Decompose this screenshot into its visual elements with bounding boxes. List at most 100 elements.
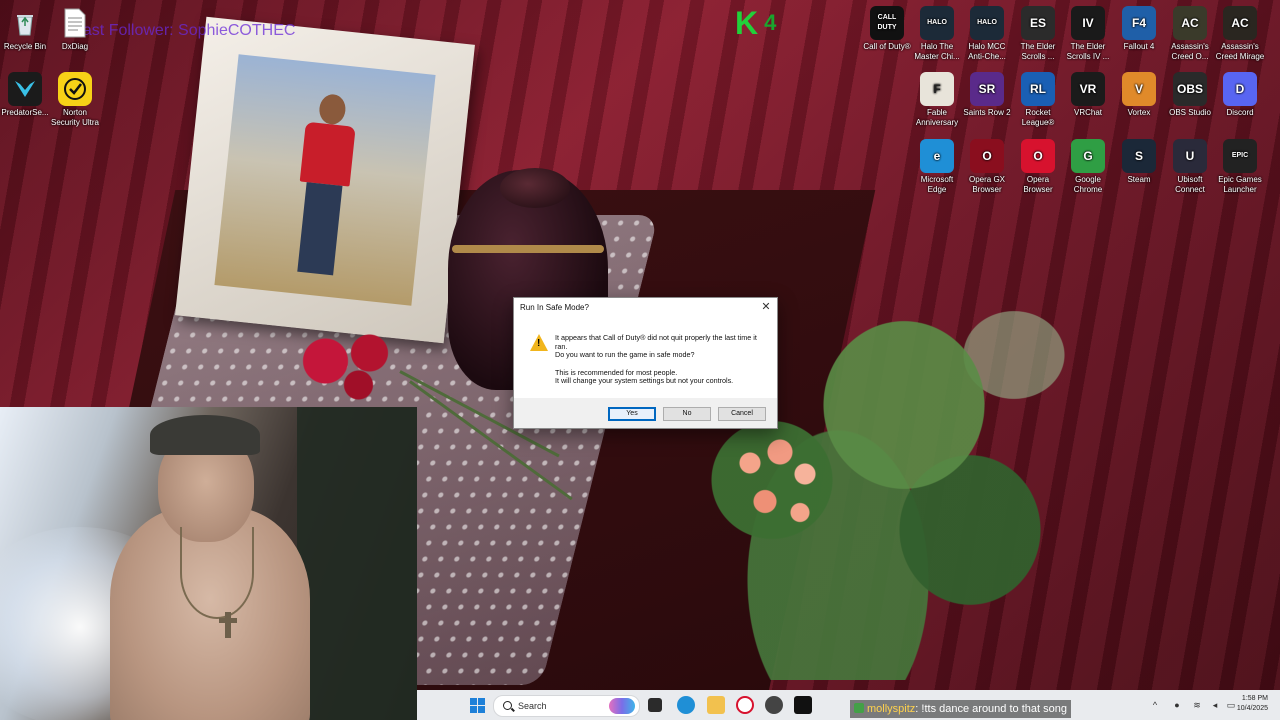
epic-games-icon: EPIC: [1223, 139, 1257, 173]
desktop-icon-opera[interactable]: O Opera Browser: [1013, 139, 1063, 195]
desktop-icon-fable[interactable]: F Fable Anniversary: [912, 72, 962, 128]
desktop-icon-saints-row[interactable]: SR Saints Row 2: [962, 72, 1012, 118]
search-icon: [503, 701, 512, 710]
desktop-icon-recycle-bin[interactable]: Recycle Bin: [0, 6, 50, 52]
desktop-icon-ac-origins[interactable]: AC Assassin's Creed O...: [1165, 6, 1215, 62]
taskbar-search-box[interactable]: Search: [493, 695, 640, 717]
desktop-icon-label: Opera Browser: [1023, 175, 1053, 194]
desktop-icon-elder-scrolls[interactable]: ES The Elder Scrolls ...: [1013, 6, 1063, 62]
wifi-icon[interactable]: ≋: [1192, 700, 1202, 710]
desktop-icon-norton[interactable]: Norton Security Ultra: [50, 72, 100, 128]
taskbar-clock[interactable]: 1:58 PM 10/4/2025: [1228, 694, 1268, 714]
microphone-icon[interactable]: ●: [1172, 700, 1182, 710]
search-placeholder: Search: [518, 701, 547, 711]
ac-mirage-icon: AC: [1223, 6, 1257, 40]
no-button[interactable]: No: [663, 407, 711, 421]
stream-chat-message: mollyspitz: !tts dance around to that so…: [850, 700, 1071, 718]
recycle-bin-icon: [8, 6, 42, 40]
call-of-duty-taskbar-icon[interactable]: [794, 696, 812, 714]
halo-anticheat-icon: HALO: [970, 6, 1004, 40]
dxdiag-icon: [58, 6, 92, 40]
chevron-up-icon[interactable]: ^: [1150, 700, 1160, 710]
desktop-icon-steam[interactable]: S Steam: [1114, 139, 1164, 185]
chat-username: mollyspitz: [867, 703, 916, 715]
safe-mode-dialog: Run In Safe Mode? ✕ ! It appears that Ca…: [513, 297, 778, 429]
opera-taskbar-icon[interactable]: [736, 696, 754, 714]
file-explorer-icon[interactable]: [707, 696, 725, 714]
rocket-league-icon: RL: [1021, 72, 1055, 106]
desktop-icon-label: Ubisoft Connect: [1175, 175, 1205, 194]
desktop-icon-label: Discord: [1226, 108, 1254, 117]
fallout4-icon: F4: [1122, 6, 1156, 40]
norton-icon: [58, 72, 92, 106]
desktop-icon-label: Fable Anniversary: [915, 108, 959, 127]
desktop-icon-vortex[interactable]: V Vortex: [1114, 72, 1164, 118]
desktop-icon-label: Epic Games Launcher: [1218, 175, 1262, 194]
ubisoft-icon: U: [1173, 139, 1207, 173]
desktop-icon-opera-gx[interactable]: O Opera GX Browser: [962, 139, 1012, 195]
overlay-k-letter: K: [735, 5, 759, 41]
chrome-icon: G: [1071, 139, 1105, 173]
desktop-icon-chrome[interactable]: G Google Chrome: [1063, 139, 1113, 195]
dialog-button-bar: Yes No Cancel: [514, 398, 777, 428]
desktop-icon-label: Halo The Master Chi...: [914, 42, 960, 61]
desktop-icon-label: Norton Security Ultra: [50, 108, 99, 127]
dialog-body: ! It appears that Call of Duty® did not …: [522, 328, 769, 388]
desktop-icon-call-of-duty[interactable]: CALL DUTY Call of Duty®: [862, 6, 912, 52]
desktop-icon-label: Steam: [1127, 175, 1151, 184]
desktop-icon-label: Halo MCC Anti-Che...: [968, 42, 1006, 61]
dialog-title: Run In Safe Mode?: [520, 302, 589, 312]
desktop-icon-label: Assassin's Creed O...: [1171, 42, 1209, 61]
desktop-icon-label: VRChat: [1073, 108, 1102, 117]
saints-row-icon: SR: [970, 72, 1004, 106]
taskbar: Search ^ ● ≋ ◂ ▭ 1:58 PM 10/4/2025: [417, 690, 1280, 720]
desktop-icon-halo-mcc[interactable]: HALO Halo The Master Chi...: [912, 6, 962, 62]
overlay-k-counter: K 4: [735, 4, 793, 42]
desktop-icon-epic-games[interactable]: EPIC Epic Games Launcher: [1215, 139, 1265, 195]
desktop-icon-dxdiag[interactable]: DxDiag: [50, 6, 100, 52]
vortex-icon: V: [1122, 72, 1156, 106]
desktop-icon-obs[interactable]: OBS OBS Studio: [1165, 72, 1215, 118]
cancel-button[interactable]: Cancel: [718, 407, 766, 421]
desktop-icon-edge[interactable]: e Microsoft Edge: [912, 139, 962, 195]
desktop-icon-label: Call of Duty®: [863, 42, 911, 51]
edge-taskbar-icon[interactable]: [677, 696, 695, 714]
dialog-message-line: Do you want to run the game in safe mode…: [555, 350, 695, 359]
elder-scrolls-icon: ES: [1021, 6, 1055, 40]
desktop-icon-rocket-league[interactable]: RL Rocket League®: [1013, 72, 1063, 128]
edge-icon: e: [920, 139, 954, 173]
desktop-icon-predator-sense[interactable]: PredatorSe...: [0, 72, 50, 118]
vrchat-icon: VR: [1071, 72, 1105, 106]
yes-button[interactable]: Yes: [608, 407, 656, 421]
wallpaper-photo: [214, 54, 436, 306]
desktop-icon-ubisoft[interactable]: U Ubisoft Connect: [1165, 139, 1215, 195]
desktop-icon-fallout4[interactable]: F4 Fallout 4: [1114, 6, 1164, 52]
desktop-icon-discord[interactable]: D Discord: [1215, 72, 1265, 118]
task-view-icon[interactable]: [648, 698, 662, 712]
oblivion-icon: IV: [1071, 6, 1105, 40]
webcam-feed: [0, 407, 417, 720]
windows-start-icon[interactable]: [470, 698, 485, 713]
desktop-icon-label: PredatorSe...: [1, 108, 49, 117]
obs-icon: OBS: [1173, 72, 1207, 106]
overlay-k-count: 4: [764, 10, 777, 35]
obs-taskbar-icon[interactable]: [765, 696, 783, 714]
wallpaper-flowers: [730, 430, 830, 540]
volume-icon[interactable]: ◂: [1210, 700, 1220, 710]
desktop-icon-label: DxDiag: [61, 42, 89, 51]
desktop-icon-vrchat[interactable]: VR VRChat: [1063, 72, 1113, 118]
call-of-duty-icon: CALL DUTY: [870, 6, 904, 40]
desktop-icon-label: Recycle Bin: [3, 42, 47, 51]
desktop-icon-ac-mirage[interactable]: AC Assassin's Creed Mirage: [1215, 6, 1265, 62]
desktop-icon-label: Assassin's Creed Mirage: [1215, 42, 1265, 61]
warning-icon: !: [530, 334, 548, 351]
desktop-icon-label: Microsoft Edge: [920, 175, 954, 194]
overlay-last-follower: Last Follower: SophieCOTHEC: [74, 22, 296, 39]
wallpaper-urn-band: [452, 245, 604, 253]
close-icon[interactable]: ✕: [757, 299, 775, 315]
desktop-icon-oblivion[interactable]: IV The Elder Scrolls IV ...: [1063, 6, 1113, 62]
desktop-icon-label: OBS Studio: [1169, 108, 1211, 117]
wallpaper-plant: [640, 180, 1080, 680]
desktop-icon-halo-anticheat[interactable]: HALO Halo MCC Anti-Che...: [962, 6, 1012, 62]
dialog-titlebar[interactable]: Run In Safe Mode?: [514, 298, 777, 316]
